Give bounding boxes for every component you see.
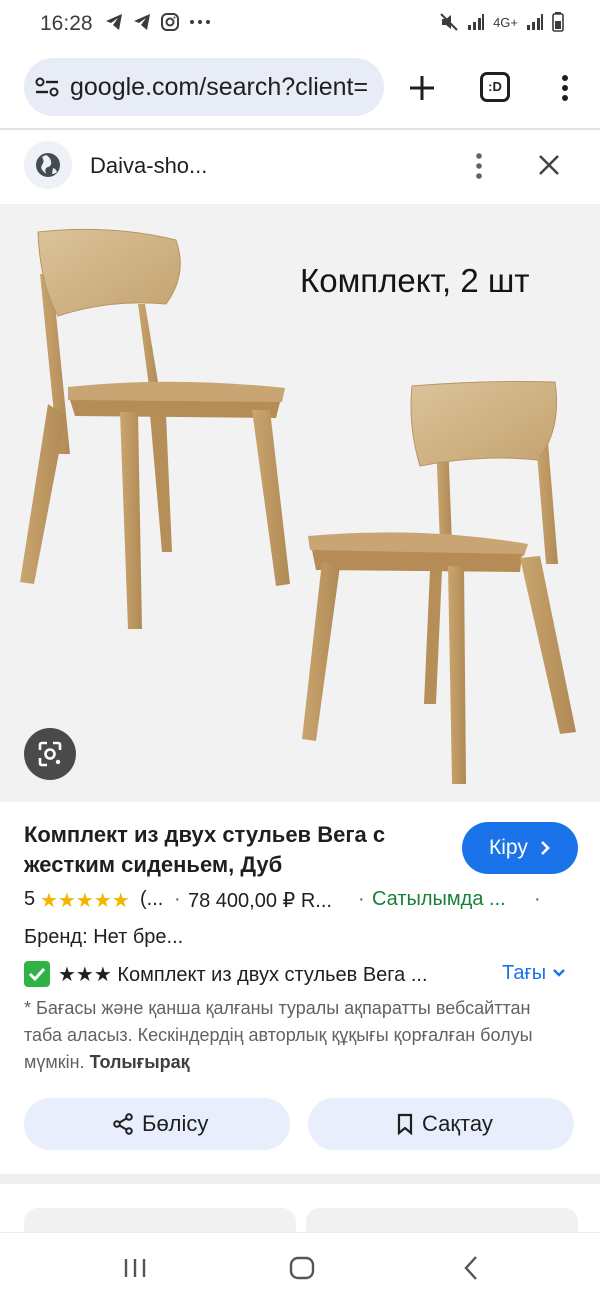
save-label: Сақтау	[422, 1111, 493, 1136]
product-price: 78 400,00 ₽ R...	[188, 890, 332, 912]
more-label: Тағы	[502, 962, 547, 984]
system-nav-bar	[0, 1232, 600, 1299]
visit-label: Кіру	[489, 836, 528, 859]
status-time: 16:28	[40, 12, 93, 35]
rating-stars: ★★★★★	[40, 890, 130, 912]
bookmark-icon	[397, 1113, 413, 1135]
instagram-icon	[161, 13, 179, 31]
browser-menu-icon[interactable]	[555, 70, 575, 106]
product-title[interactable]: Комплект из двух стульев Вега с жестким …	[24, 820, 444, 880]
share-icon	[113, 1113, 133, 1135]
google-lens-button[interactable]	[24, 728, 76, 780]
product-meta: 5 ★★★★★ (... · 78 400,00 ₽ R... · Сатылы…	[24, 886, 584, 916]
share-button[interactable]: Бөлісу	[24, 1098, 290, 1150]
image-caption: Комплект, 2 шт	[300, 262, 530, 299]
review-count: (...	[140, 888, 164, 910]
separator-dot: ·	[174, 888, 181, 910]
chair-back-left	[20, 228, 290, 629]
network-type: 4G+	[493, 14, 518, 30]
availability-status: Сатылымда ...	[372, 888, 506, 910]
chair-back-right	[302, 381, 576, 784]
learn-more-link[interactable]: Толығырақ	[90, 1052, 190, 1072]
rating-value: 5	[24, 888, 36, 910]
signal-icon	[468, 14, 485, 30]
status-bar: 16:28 4G+	[0, 0, 600, 48]
chevron-down-icon	[552, 969, 565, 977]
notification-icons	[104, 12, 212, 32]
separator-dot: ·	[534, 888, 541, 910]
more-link[interactable]: Тағы	[502, 962, 566, 985]
more-dots-icon	[190, 20, 210, 24]
home-icon[interactable]	[289, 1256, 315, 1280]
product-image[interactable]: Комплект, 2 шт	[0, 204, 600, 802]
new-tab-icon[interactable]	[404, 70, 440, 106]
disclaimer: * Бағасы және қанша қалғаны туралы ақпар…	[24, 995, 564, 1076]
lens-icon	[38, 741, 62, 767]
address-bar[interactable]: google.com/search?client=	[24, 58, 384, 116]
telegram-icon	[106, 14, 122, 30]
visit-button[interactable]: Кіру	[462, 822, 578, 874]
signal-icon	[527, 14, 543, 30]
telegram-icon	[134, 14, 150, 30]
close-icon[interactable]	[536, 152, 562, 178]
separator-dot: ·	[358, 888, 365, 910]
product-description: ★★★ Комплект из двух стульев Вега ...	[58, 964, 428, 986]
tab-switcher-button[interactable]: :D	[480, 72, 510, 102]
mute-icon	[440, 13, 458, 31]
battery-icon	[552, 12, 564, 32]
back-icon[interactable]	[462, 1255, 480, 1281]
system-icons: 4G+	[439, 12, 564, 32]
share-label: Бөлісу	[142, 1111, 209, 1136]
recent-apps-icon[interactable]	[122, 1257, 148, 1279]
brand-info: Бренд: Нет бре...	[24, 926, 184, 948]
more-options-icon[interactable]	[470, 150, 488, 182]
site-settings-icon[interactable]	[34, 75, 60, 99]
check-mark-icon	[24, 961, 50, 987]
description-row: ★★★ Комплект из двух стульев Вега ... Та…	[24, 960, 584, 990]
site-header: Daiva-sho...	[0, 130, 600, 202]
site-name[interactable]: Daiva-sho...	[90, 153, 207, 179]
section-divider	[0, 1174, 600, 1184]
url-text[interactable]: google.com/search?client=	[70, 73, 376, 102]
globe-icon	[24, 141, 72, 189]
save-button[interactable]: Сақтау	[308, 1098, 574, 1150]
chevron-right-icon	[541, 841, 550, 855]
